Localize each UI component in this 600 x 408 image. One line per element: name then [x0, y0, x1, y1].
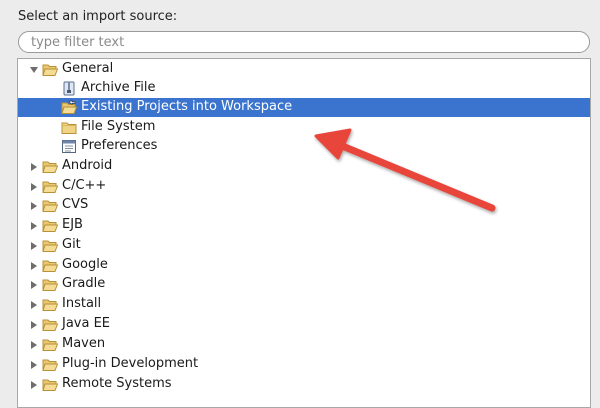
collapsed-triangle-icon[interactable] [28, 379, 40, 391]
folder-icon [42, 238, 58, 253]
tree-item-label: Gradle [62, 276, 106, 291]
tree-item-ejb[interactable]: EJB [18, 216, 590, 235]
import-source-tree[interactable]: General Archive File Existing Projects i… [17, 58, 591, 408]
import-projects-icon [61, 100, 77, 115]
tree-item-archive-file[interactable]: Archive File [18, 79, 590, 98]
tree-item-label: Git [62, 237, 81, 252]
tree-item-existing-projects[interactable]: Existing Projects into Workspace [18, 98, 590, 117]
tree-item-maven[interactable]: Maven [18, 335, 590, 354]
folder-icon [42, 159, 58, 174]
collapsed-triangle-icon[interactable] [28, 220, 40, 232]
tree-item-install[interactable]: Install [18, 295, 590, 314]
collapsed-triangle-icon[interactable] [28, 181, 40, 193]
folder-open-icon [42, 62, 58, 77]
folder-icon [42, 357, 58, 372]
tree-item-label: Google [62, 257, 108, 272]
tree-item-label: EJB [62, 217, 83, 232]
tree-item-file-system[interactable]: File System [18, 118, 590, 137]
import-source-label: Select an import source: [18, 9, 178, 24]
tree-item-plug-in-development[interactable]: Plug-in Development [18, 355, 590, 374]
tree-item-cpp[interactable]: C/C++ [18, 177, 590, 196]
tree-item-label: Existing Projects into Workspace [81, 99, 293, 114]
tree-item-label: Maven [62, 336, 106, 351]
collapsed-triangle-icon[interactable] [28, 161, 40, 173]
collapsed-triangle-icon[interactable] [28, 359, 40, 371]
collapsed-triangle-icon[interactable] [28, 299, 40, 311]
folder-icon [42, 198, 58, 213]
folder-icon [42, 218, 58, 233]
folder-icon [42, 377, 58, 392]
tree-item-label: Remote Systems [62, 376, 172, 391]
tree-item-label: C/C++ [62, 178, 107, 193]
tree-item-general[interactable]: General [18, 60, 590, 79]
expanded-triangle-icon[interactable] [28, 64, 40, 76]
tree-item-label: Java EE [62, 316, 111, 331]
tree-item-label: Install [62, 296, 102, 311]
collapsed-triangle-icon[interactable] [28, 200, 40, 212]
folder-icon [61, 120, 77, 135]
folder-icon [42, 337, 58, 352]
folder-icon [42, 297, 58, 312]
collapsed-triangle-icon[interactable] [28, 319, 40, 331]
tree-item-remote-systems[interactable]: Remote Systems [18, 375, 590, 394]
tree-item-label: General [62, 61, 114, 76]
tree-item-preferences[interactable]: Preferences [18, 137, 590, 156]
tree-item-label: File System [81, 119, 156, 134]
preferences-icon [61, 139, 77, 154]
tree-item-google[interactable]: Google [18, 256, 590, 275]
tree-item-label: Archive File [81, 80, 156, 95]
folder-icon [42, 179, 58, 194]
tree-item-label: Plug-in Development [62, 356, 199, 371]
tree-item-label: Preferences [81, 138, 158, 153]
tree-item-gradle[interactable]: Gradle [18, 275, 590, 294]
tree-item-label: CVS [62, 197, 89, 212]
folder-icon [42, 317, 58, 332]
tree-item-java-ee[interactable]: Java EE [18, 315, 590, 334]
collapsed-triangle-icon[interactable] [28, 279, 40, 291]
tree-item-android[interactable]: Android [18, 157, 590, 176]
collapsed-triangle-icon[interactable] [28, 339, 40, 351]
tree-item-label: Android [62, 158, 113, 173]
archive-file-icon [61, 81, 77, 96]
collapsed-triangle-icon[interactable] [28, 260, 40, 272]
folder-icon [42, 258, 58, 273]
filter-text-input[interactable] [18, 31, 590, 53]
collapsed-triangle-icon[interactable] [28, 240, 40, 252]
folder-icon [42, 277, 58, 292]
tree-item-git[interactable]: Git [18, 236, 590, 255]
tree-item-cvs[interactable]: CVS [18, 196, 590, 215]
